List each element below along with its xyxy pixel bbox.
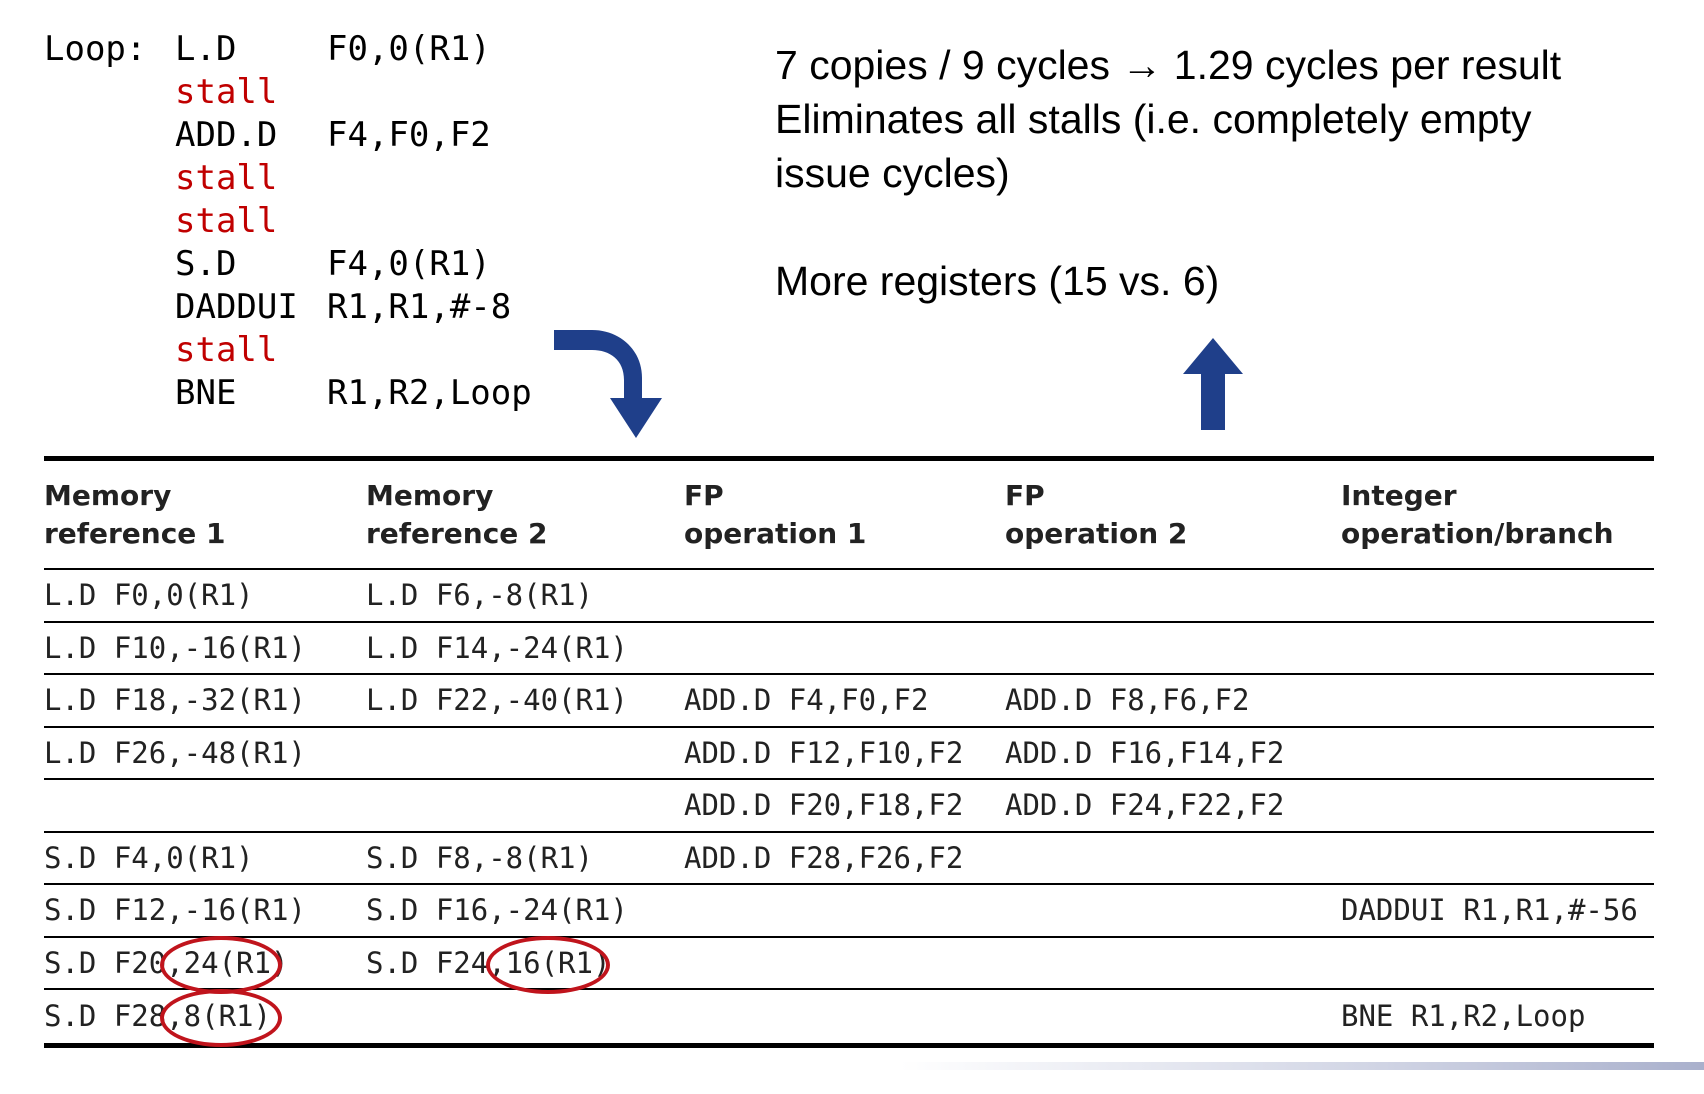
stall-label: stall [175,158,278,198]
notes: 7 copies / 9 cycles → 1.29 cycles per re… [775,38,1675,308]
code-op: L.D [175,29,237,69]
table-cell: ADD.D F8,F6,F2 [1005,683,1250,718]
code-args: R1,R2,Loop [327,373,532,413]
table-cell: S.D F8,-8(R1) [366,840,593,875]
table-cell: L.D F14,-24(R1) [366,630,628,665]
curved-down-arrow-icon [554,330,662,438]
stall-label: stall [175,201,278,241]
note-line: Eliminates all stalls (i.e. completely e… [775,96,1532,142]
table-row: S.D F12,-16(R1) S.D F16,-24(R1) DADDUI R1,… [44,885,1654,938]
note-line: issue cycles) [775,150,1010,196]
table-cell: L.D F6,-8(R1) [366,578,593,613]
table-cell: ADD.D F24,F22,F2 [1005,788,1285,823]
code-args: F4,0(R1) [327,244,491,284]
footer-gradient-bar [900,1062,1704,1070]
table-cell: S.D F16,-24(R1) [366,893,628,928]
table-cell: ADD.D F16,F14,F2 [1005,735,1285,770]
table-row: S.D F28,8(R1) BNE R1,R2,Loop [44,990,1654,1043]
table-body: L.D F0,0(R1) L.D F6,-8(R1) L.D F10,-16(R1)… [44,570,1654,1043]
table-cell: BNE R1,R2,Loop [1341,999,1586,1034]
code-line: stall [44,71,277,114]
code-line: Loop: L.D F0,0(R1) [44,28,491,71]
code-line: ADD.D F4,F0,F2 [44,114,491,157]
table-row: L.D F0,0(R1) L.D F6,-8(R1) [44,570,1654,623]
table-cell: L.D F10,-16(R1) [44,630,306,665]
table-cell: DADDUI R1,R1,#-56 [1341,893,1638,928]
code-line: stall [44,157,277,200]
table-cell: ADD.D F28,F26,F2 [684,840,964,875]
code-line: stall [44,329,277,372]
note-line: More registers (15 vs. 6) [775,258,1220,304]
code-line: DADDUI R1,R1,#-8 [44,286,511,329]
code-op: BNE [175,373,237,413]
table-cell: S.D F4,0(R1) [44,840,254,875]
code-label: Loop: [44,29,147,69]
highlight-circle [486,936,610,994]
table-cell: ADD.D F12,F10,F2 [684,735,964,770]
table-row: L.D F26,-48(R1) ADD.D F12,F10,F2 ADD.D F16… [44,728,1654,780]
column-header: Memory reference 2 [366,478,548,550]
column-header: Integer operation/branch [1341,478,1614,550]
table-cell: ADD.D F20,F18,F2 [684,788,964,823]
table-header-row: Memory reference 1 Memory reference 2 FP op… [44,461,1654,570]
code-args: F4,F0,F2 [327,115,491,155]
code-args: F0,0(R1) [327,29,491,69]
table-cell: L.D F26,-48(R1) [44,735,306,770]
table-cell: L.D F18,-32(R1) [44,683,306,718]
code-args: R1,R1,#-8 [327,287,512,327]
code-line: S.D F4,0(R1) [44,243,491,286]
stall-label: stall [175,72,278,112]
stall-label: stall [175,330,278,370]
up-arrow-icon [1183,338,1243,430]
table-cell: S.D F12,-16(R1) [44,893,306,928]
highlight-circle [160,936,282,994]
code-listing: Loop: L.D F0,0(R1) stall ADD.D F4,F0,F2 … [44,28,532,415]
table-row: ADD.D F20,F18,F2 ADD.D F24,F22,F2 [44,780,1654,833]
note-line: 7 copies / 9 cycles → 1.29 cycles per re… [775,42,1562,88]
code-line: stall [44,200,277,243]
table-cell: ADD.D F4,F0,F2 [684,683,929,718]
vliw-schedule-table: Memory reference 1 Memory reference 2 FP op… [44,456,1654,1048]
code-op: S.D [175,244,237,284]
column-header: Memory reference 1 [44,478,226,550]
table-row: S.D F4,0(R1) S.D F8,-8(R1) ADD.D F28,F26,F… [44,833,1654,885]
code-op: DADDUI [175,287,298,327]
column-header: FP operation 2 [1005,478,1188,550]
highlight-circle [160,989,282,1047]
table-row: S.D F20,24(R1) S.D F24,16(R1) [44,938,1654,990]
code-line: BNE R1,R2,Loop [44,372,532,415]
table-cell: L.D F0,0(R1) [44,578,254,613]
table-row: L.D F18,-32(R1) L.D F22,-40(R1) ADD.D F4,F… [44,675,1654,728]
table-cell: L.D F22,-40(R1) [366,683,628,718]
table-row: L.D F10,-16(R1) L.D F14,-24(R1) [44,623,1654,675]
code-op: ADD.D [175,115,278,155]
column-header: FP operation 1 [684,478,867,550]
